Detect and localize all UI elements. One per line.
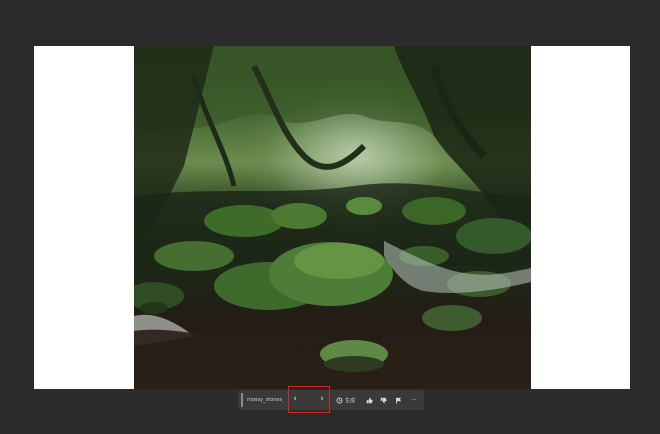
- ai-spark-icon: [336, 397, 343, 403]
- ai-generate-label: 生成: [345, 397, 356, 404]
- more-button[interactable]: ···: [411, 395, 417, 405]
- image-viewer-toolbar: mossy_stones_b... ‹ › 生成 ···: [238, 386, 424, 413]
- previous-button[interactable]: ‹: [289, 394, 301, 404]
- forest-stream-photo: [134, 46, 531, 389]
- dislike-button[interactable]: [380, 395, 387, 405]
- flag-button[interactable]: [395, 395, 402, 405]
- photo-artwork: [134, 46, 531, 389]
- chevron-right-icon: ›: [320, 394, 324, 404]
- like-button[interactable]: [366, 395, 373, 405]
- thumbs-down-icon: [380, 397, 387, 403]
- next-button[interactable]: ›: [316, 394, 328, 404]
- image-canvas: [34, 46, 630, 389]
- more-icon: ···: [411, 396, 417, 404]
- chevron-left-icon: ‹: [293, 394, 297, 404]
- ai-generate-button[interactable]: 生成: [336, 395, 355, 405]
- flag-icon: [395, 397, 402, 404]
- toolbar-grip[interactable]: [241, 393, 243, 407]
- image-filename: mossy_stones_b...: [247, 397, 283, 403]
- thumbs-up-icon: [366, 397, 373, 403]
